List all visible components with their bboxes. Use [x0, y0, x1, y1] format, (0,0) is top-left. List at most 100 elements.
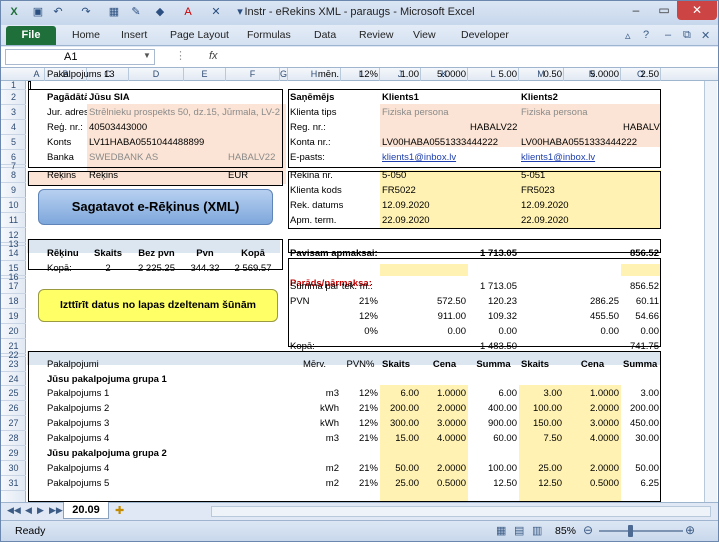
client2-sum[interactable]: 6.25	[621, 477, 661, 491]
close-icon[interactable]: ✕	[677, 1, 717, 20]
client1-email[interactable]: klients1@inbox.lv	[380, 151, 519, 165]
normal-view-icon[interactable]: ▦	[496, 524, 506, 537]
client2-date[interactable]: 12.09.2020	[519, 199, 661, 213]
row-header[interactable]: 23	[1, 357, 26, 372]
row-header[interactable]: 10	[1, 198, 26, 213]
tab-insert[interactable]: Insert	[121, 29, 147, 41]
tab-data[interactable]: Data	[314, 29, 336, 41]
doc-type-value[interactable]: Rēķins	[87, 169, 184, 183]
client2-qty[interactable]: 100.00	[519, 402, 564, 416]
account-value[interactable]: LV11HABA0551044488899	[87, 136, 280, 150]
tab-developer[interactable]: Developer	[461, 29, 509, 41]
help-icon[interactable]: ?	[643, 29, 649, 41]
client1-qty[interactable]: 6.00	[380, 387, 421, 401]
client1-due[interactable]: 22.09.2020	[380, 214, 519, 228]
row-header[interactable]: 29	[1, 446, 26, 461]
client2-vat-amount[interactable]: 60.11	[621, 295, 661, 309]
client2-qty[interactable]: 7.50	[519, 432, 564, 446]
row-header[interactable]: 1	[1, 81, 26, 90]
client2-vat-amount[interactable]: 0.00	[621, 325, 661, 339]
client1-qty[interactable]: 200.00	[380, 402, 421, 416]
insert-function-icon[interactable]: fx	[209, 50, 218, 62]
item-vat[interactable]: 12%	[341, 68, 380, 82]
zoom-out-icon[interactable]: ⊖	[583, 523, 593, 537]
row-header[interactable]: 18	[1, 294, 26, 309]
insert-sheet-icon[interactable]: ✚	[115, 504, 124, 517]
name-box-dropdown-icon[interactable]: ▼	[143, 51, 151, 60]
item-vat[interactable]: 21%	[341, 432, 380, 446]
client2-due[interactable]: 22.09.2020	[519, 214, 661, 228]
close-workbook-icon[interactable]: ✕	[701, 29, 710, 42]
client1-price[interactable]: 4.0000	[421, 432, 468, 446]
row-header[interactable]: 8	[1, 168, 26, 183]
client1-vat-amount[interactable]: 120.23	[468, 295, 519, 309]
row-header[interactable]: 11	[1, 213, 26, 228]
client1-qty[interactable]: 15.00	[380, 432, 421, 446]
sender-name[interactable]: Jūsu SIA	[87, 91, 280, 105]
client1-month-sum[interactable]: 1 713.05	[421, 280, 519, 294]
client2-price[interactable]: 1.0000	[564, 387, 621, 401]
client2-price[interactable]: 3.0000	[564, 417, 621, 431]
client2-account[interactable]: LV00HABA0551333444222	[519, 136, 661, 150]
item-name[interactable]: Pakalpojums 3	[45, 417, 288, 431]
client1-sum[interactable]: 12.50	[468, 477, 519, 491]
ribbon-minimize-icon[interactable]: ▵	[625, 29, 631, 42]
column-header[interactable]: A	[29, 68, 45, 81]
client2-name[interactable]: Klients2	[519, 91, 661, 105]
item-name[interactable]: Pakalpojums 2	[45, 402, 288, 416]
summary-value[interactable]: 2	[87, 262, 129, 276]
client2-sum[interactable]: 50.00	[621, 462, 661, 476]
client2-sum[interactable]: 3.00	[621, 387, 661, 401]
client2-vat-base[interactable]: 0.00	[564, 325, 621, 339]
client2-invoice-nr[interactable]: 5-051	[519, 169, 661, 183]
client2-email[interactable]: klients1@inbox.lv	[519, 151, 661, 165]
row-header[interactable]: 20	[1, 324, 26, 339]
client1-sum[interactable]: 100.00	[468, 462, 519, 476]
client1-qty[interactable]: 50.00	[380, 462, 421, 476]
tab-page-layout[interactable]: Page Layout	[170, 29, 229, 41]
bank-code[interactable]: HABALV22	[226, 151, 280, 165]
client2-sum[interactable]: 450.00	[621, 417, 661, 431]
item-unit[interactable]: m2	[288, 462, 341, 476]
item-unit[interactable]: mēn.	[288, 68, 341, 82]
client1-qty[interactable]: 25.00	[380, 477, 421, 491]
client2-qty[interactable]: 3.00	[519, 387, 564, 401]
item-unit[interactable]: m3	[288, 387, 341, 401]
selected-cell-a1[interactable]	[28, 81, 31, 90]
row-header[interactable]: 4	[1, 120, 26, 135]
horizontal-scrollbar[interactable]	[211, 506, 711, 517]
client2-qty[interactable]: 150.00	[519, 417, 564, 431]
row-header[interactable]: 31	[1, 476, 26, 491]
client2-price[interactable]: 4.0000	[564, 432, 621, 446]
summary-value[interactable]: 344.32	[184, 262, 226, 276]
client1-sum[interactable]: 400.00	[468, 402, 519, 416]
last-sheet-icon[interactable]: ▶▶	[49, 505, 63, 516]
item-name[interactable]: Pakalpojums 4	[45, 462, 288, 476]
client1-sum[interactable]: 6.00	[468, 387, 519, 401]
vertical-scrollbar[interactable]	[704, 81, 717, 502]
client1-date[interactable]: 12.09.2020	[380, 199, 519, 213]
item-vat[interactable]: 21%	[341, 462, 380, 476]
item-name[interactable]: Pakalpojums 1	[45, 387, 288, 401]
zoom-slider[interactable]	[599, 530, 683, 532]
formula-input[interactable]	[227, 49, 707, 65]
row-header[interactable]: 2	[1, 90, 26, 105]
row-header[interactable]: 3	[1, 105, 26, 120]
client1-invoice-nr[interactable]: 5-050	[380, 169, 519, 183]
item-unit[interactable]: kWh	[288, 417, 341, 431]
client2-sum[interactable]: 2.50	[621, 68, 661, 82]
summary-value[interactable]: 2 225.25	[129, 262, 184, 276]
item-unit[interactable]: m2	[288, 477, 341, 491]
row-header[interactable]: 24	[1, 372, 26, 386]
client2-price[interactable]: 2.0000	[564, 402, 621, 416]
client1-total[interactable]: 1 483.50	[421, 340, 519, 354]
bank-value[interactable]: SWEDBANK AS	[87, 151, 226, 165]
client1-account[interactable]: LV00HABA0551333444222	[380, 136, 519, 150]
client2-qty[interactable]: 12.50	[519, 477, 564, 491]
client2-price[interactable]: 0.5000	[564, 477, 621, 491]
client1-price[interactable]: 1.0000	[421, 387, 468, 401]
client1-sum[interactable]: 5.00	[468, 68, 519, 82]
row-header[interactable]: 28	[1, 431, 26, 446]
tab-view[interactable]: View	[413, 29, 436, 41]
restore-window-icon[interactable]: ⧉	[683, 29, 691, 42]
